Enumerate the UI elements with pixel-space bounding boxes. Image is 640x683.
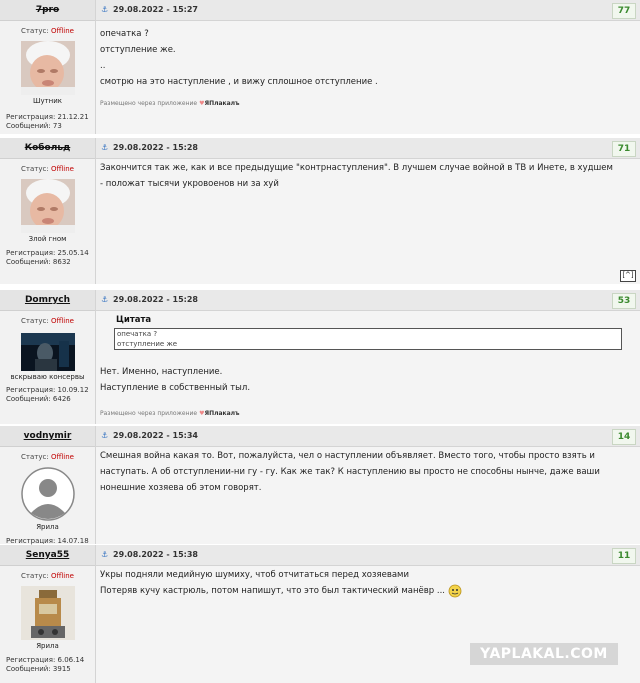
author-status: Статус: Offline: [21, 572, 74, 580]
post-rating[interactable]: 71: [612, 141, 636, 157]
post: 7pro Статус: Offline Шутник Регистрация:…: [0, 0, 640, 134]
post-text: Закончится так же, как и все предыдущие …: [100, 163, 613, 189]
author-nick-bar: Senya55: [0, 545, 95, 566]
post-body: ⚓ 29.08.2022 - 15:27 77 опечатка ? отсту…: [96, 0, 640, 134]
author-rank: вскрываю консервы: [10, 373, 85, 381]
post-body: ⚓ 29.08.2022 - 15:28 71 Закончится так ж…: [96, 138, 640, 284]
avatar[interactable]: [20, 586, 75, 640]
anchor-icon[interactable]: ⚓: [101, 143, 108, 152]
author-nick[interactable]: Кобольд: [25, 143, 71, 153]
anchor-icon[interactable]: ⚓: [101, 550, 108, 559]
author-nick-bar: Кобольд: [0, 138, 95, 159]
author-rank: Злой гном: [28, 235, 67, 243]
author-registration: Регистрация: 10.09.12 Сообщений: 6426: [6, 386, 89, 403]
post-body: ⚓ 29.08.2022 - 15:28 53 Цитата опечатка …: [96, 290, 640, 424]
app-link[interactable]: ЯПлакалъ: [204, 100, 239, 107]
author-registration: Регистрация: 6.06.14 Сообщений: 3915: [6, 656, 85, 673]
quote-box: опечатка ? отступление же: [114, 328, 622, 350]
anchor-icon[interactable]: ⚓: [101, 5, 108, 14]
author-panel: Кобольд Статус: Offline Злой гном Регист…: [0, 138, 96, 284]
post-date: 29.08.2022 - 15:34: [113, 431, 198, 440]
author-registration: Регистрация: 25.05.14 Сообщений: 8632: [6, 249, 89, 266]
author-status: Статус: Offline: [21, 27, 74, 35]
author-nick[interactable]: 7pro: [36, 5, 59, 15]
post-date: 29.08.2022 - 15:28: [113, 295, 198, 304]
post: Кобольд Статус: Offline Злой гном Регист…: [0, 138, 640, 284]
post-rating[interactable]: 53: [612, 293, 636, 309]
post-text: Нет. Именно, наступление. Наступление в …: [100, 367, 251, 393]
post-date: 29.08.2022 - 15:27: [113, 5, 198, 14]
author-nick[interactable]: Domrych: [25, 295, 70, 305]
smiley-icon: [448, 584, 462, 597]
author-nick-bar: Domrych: [0, 290, 95, 311]
author-status: Статус: Offline: [21, 453, 74, 461]
avatar[interactable]: [20, 41, 75, 95]
post-header: ⚓ 29.08.2022 - 15:28 53: [96, 290, 640, 311]
author-nick[interactable]: Senya55: [26, 550, 69, 560]
author-rank: Шутник: [32, 97, 63, 105]
posted-via: Размещено через приложение ♥ЯПлакалъ: [100, 410, 240, 417]
app-link[interactable]: ЯПлакалъ: [204, 410, 239, 417]
post-text: опечатка ? отступление же. .. смотрю на …: [100, 29, 378, 87]
anchor-icon[interactable]: ⚓: [101, 295, 108, 304]
author-registration: Регистрация: 21.12.21 Сообщений: 73: [6, 113, 89, 130]
post-date: 29.08.2022 - 15:38: [113, 550, 198, 559]
post-body: ⚓ 29.08.2022 - 15:34 14 Смешная война ка…: [96, 426, 640, 544]
author-panel: vodnymir Статус: Offline Ярила Регистрац…: [0, 426, 96, 545]
post-date: 29.08.2022 - 15:28: [113, 143, 198, 152]
post-header: ⚓ 29.08.2022 - 15:38 11: [96, 545, 640, 566]
author-rank: Ярила: [36, 523, 59, 531]
post-header: ⚓ 29.08.2022 - 15:28 71: [96, 138, 640, 159]
posted-via: Размещено через приложение ♥ЯПлакалъ: [100, 100, 240, 107]
author-panel: Domrych Статус: Offline вскрываю консерв…: [0, 290, 96, 424]
post-rating[interactable]: 14: [612, 429, 636, 445]
author-nick-bar: vodnymir: [0, 426, 95, 447]
author-status: Статус: Offline: [21, 317, 74, 325]
post-header: ⚓ 29.08.2022 - 15:27 77: [96, 0, 640, 21]
post-header: ⚓ 29.08.2022 - 15:34 14: [96, 426, 640, 447]
avatar[interactable]: [20, 467, 75, 521]
post-rating[interactable]: 77: [612, 3, 636, 19]
author-panel: Senya55 Статус: Offline Ярила Регистраци…: [0, 545, 96, 683]
post-rating[interactable]: 11: [612, 548, 636, 564]
site-watermark: YAPLAKAL.COM: [470, 643, 618, 665]
author-nick[interactable]: vodnymir: [24, 431, 72, 441]
post: vodnymir Статус: Offline Ярила Регистрац…: [0, 426, 640, 545]
quote-label: Цитата: [116, 315, 152, 325]
scroll-to-top-button[interactable]: [^]: [620, 270, 636, 282]
post: Domrych Статус: Offline вскрываю консерв…: [0, 290, 640, 424]
author-rank: Ярила: [36, 642, 59, 650]
post-text: Укры подняли медийную шумиху, чтоб отчит…: [100, 567, 462, 599]
anchor-icon[interactable]: ⚓: [101, 431, 108, 440]
post-text: Смешная война какая то. Вот, пожалуйста,…: [100, 451, 600, 493]
avatar[interactable]: [20, 333, 75, 371]
author-nick-bar: 7pro: [0, 0, 95, 21]
avatar[interactable]: [20, 179, 75, 233]
author-panel: 7pro Статус: Offline Шутник Регистрация:…: [0, 0, 96, 134]
author-status: Статус: Offline: [21, 165, 74, 173]
